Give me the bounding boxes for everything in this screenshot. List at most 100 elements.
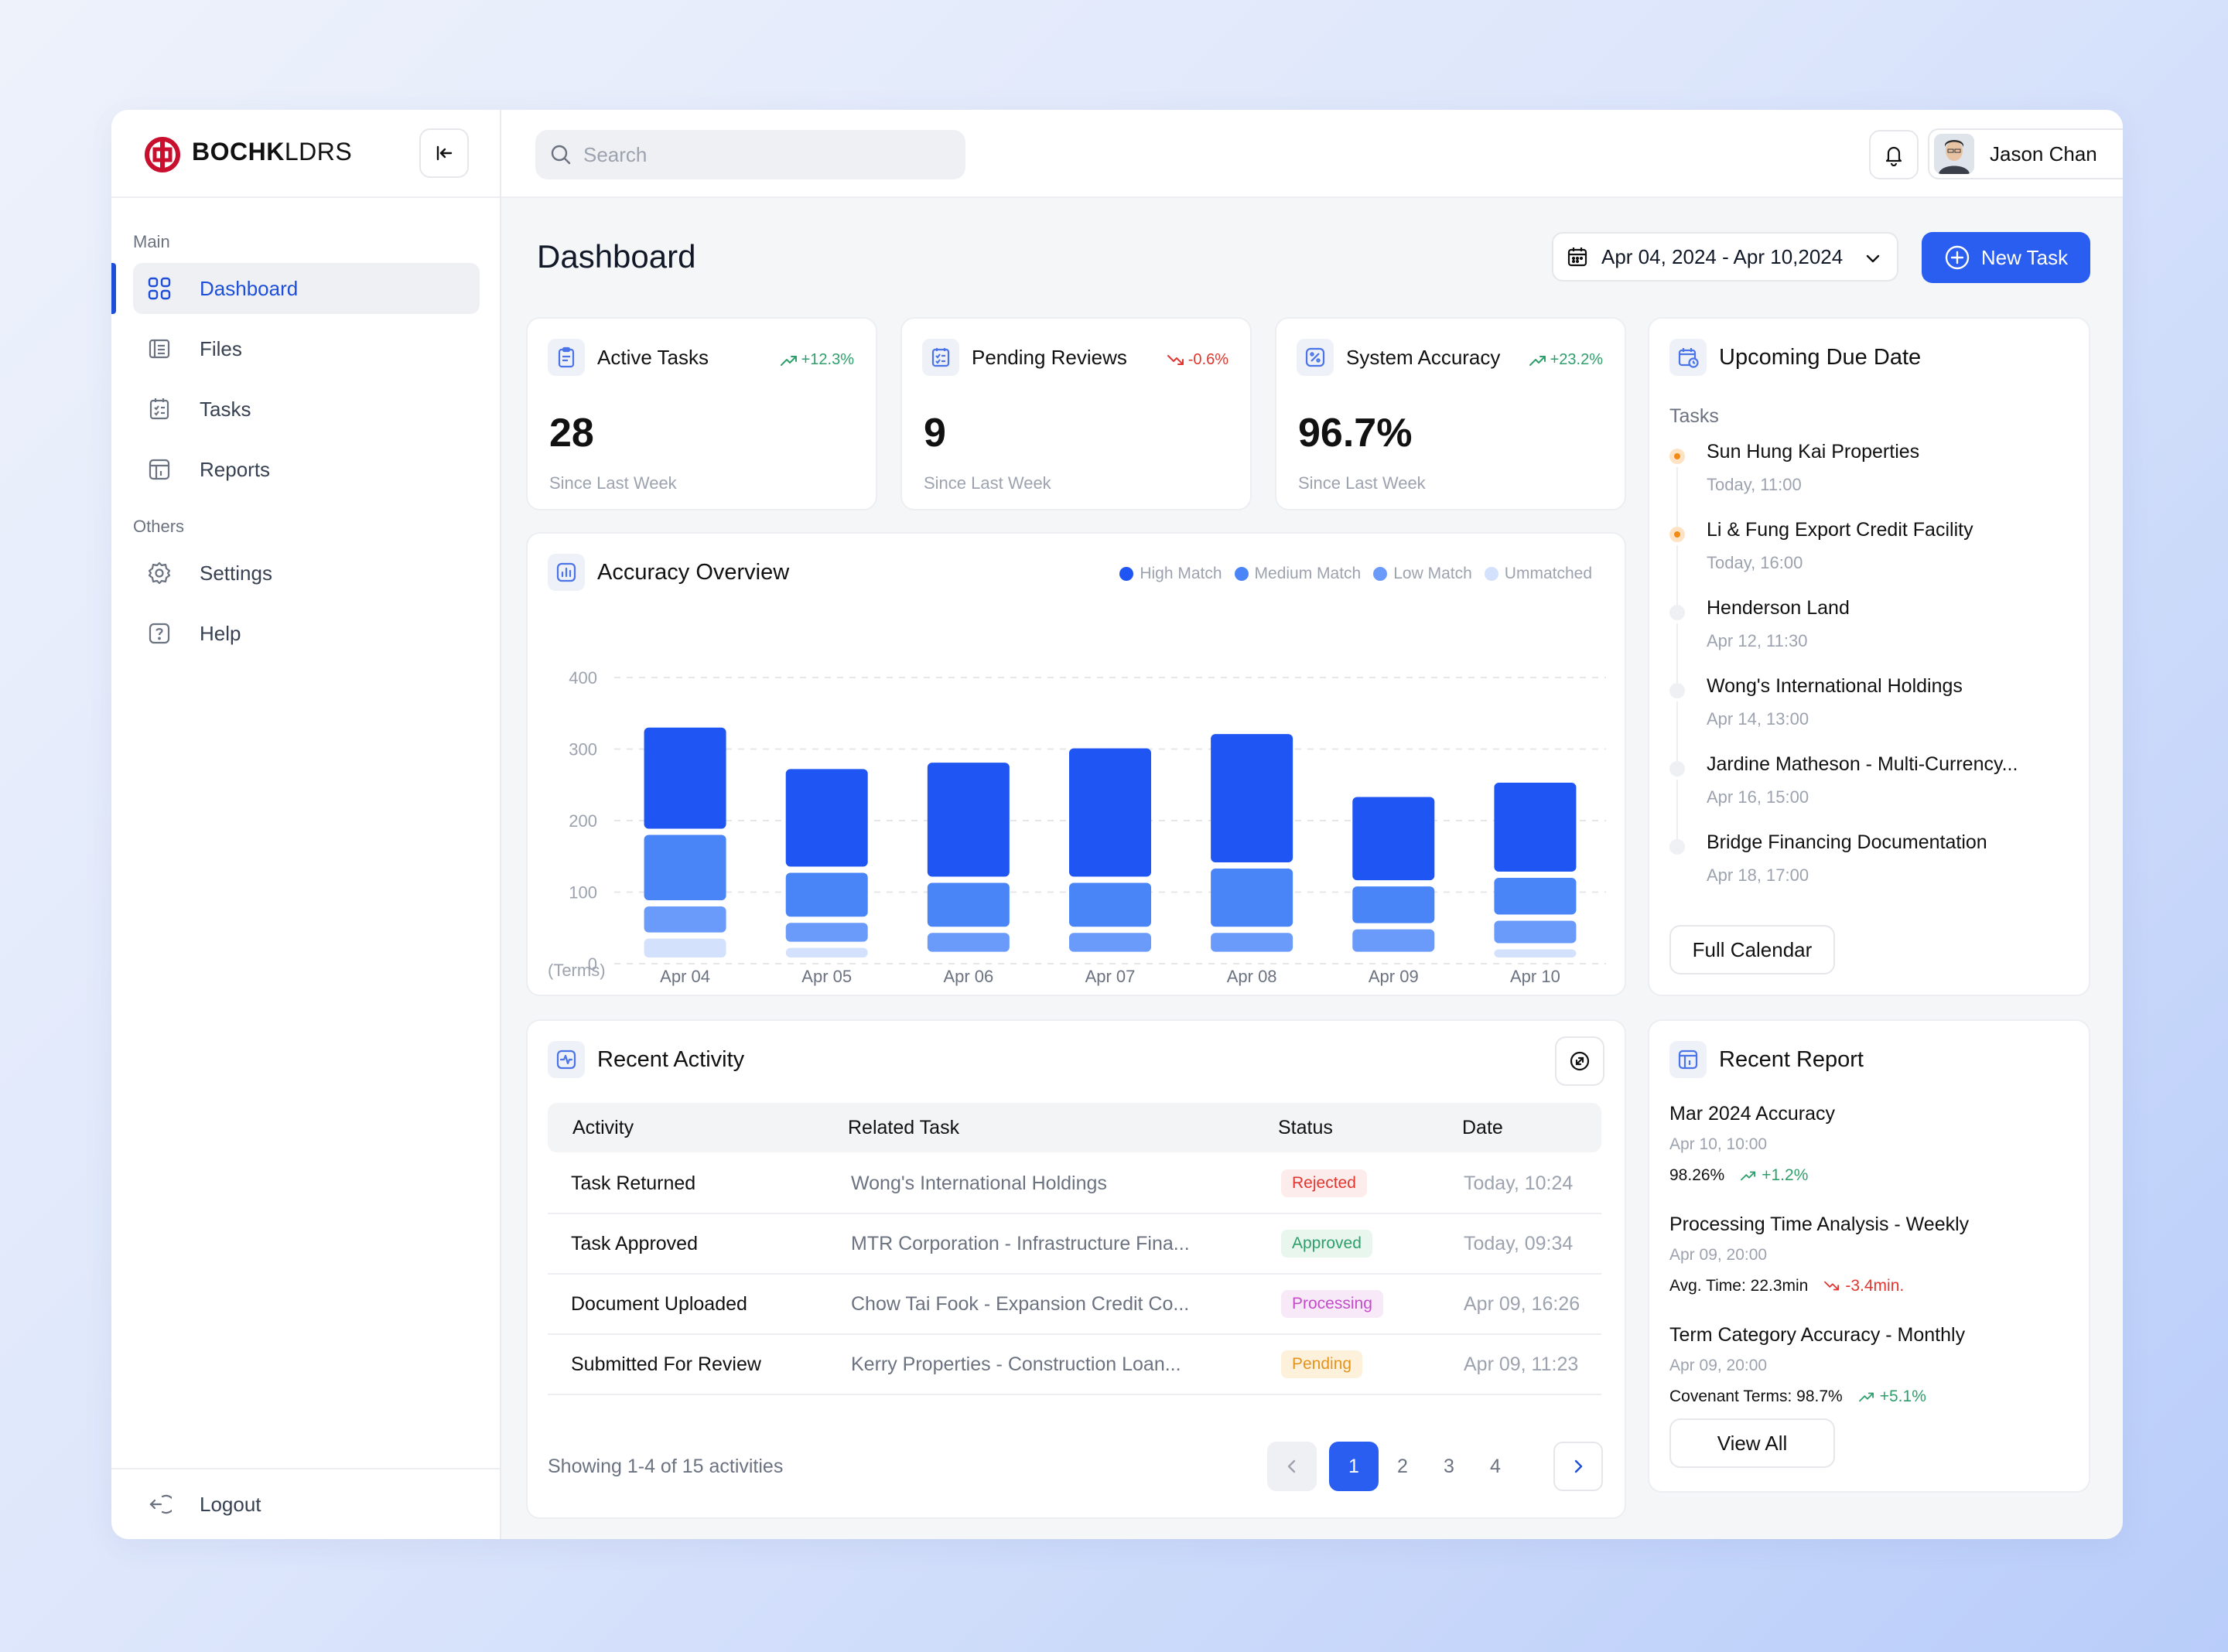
clipboard-icon [548,339,585,376]
y-tick-label: 100 [569,883,597,903]
stat-delta-value: +23.2% [1550,351,1603,368]
search-input[interactable] [583,142,955,167]
legend-label: High Match [1140,565,1222,582]
report-metric: Avg. Time: 22.3min -3.4min. [1669,1277,1904,1295]
user-menu-button[interactable]: Jason Chan [1928,128,2123,179]
card-title: Recent Report [1719,1046,1864,1072]
sidebar-item-reports[interactable]: Reports [133,444,480,495]
column-header-status: Status [1278,1117,1333,1138]
cell-related-task[interactable]: Wong's International Holdings [851,1172,1107,1195]
page-button-1[interactable]: 1 [1329,1442,1379,1491]
bar-low-match [1211,933,1293,952]
x-tick-label: Apr 10 [1510,967,1560,986]
cell-date: Apr 09, 16:26 [1464,1293,1580,1315]
full-calendar-button[interactable]: Full Calendar [1669,925,1835,974]
status-badge: Processing [1281,1290,1383,1318]
page-title: Dashboard [537,238,696,275]
stat-subtitle: Since Last Week [924,473,1051,493]
timeline-dot [1669,839,1685,855]
task-name[interactable]: Jardine Matheson - Multi-Currency... [1707,753,2018,776]
page-button-2[interactable]: 2 [1383,1442,1422,1491]
legend-item-medium-match: Medium Match [1234,565,1362,583]
app-window: BOCHKLDRS Main Dashboard Files Tasks Rep… [111,110,2123,1539]
calendar-clock-icon [1669,339,1707,376]
report-time: Apr 09, 20:00 [1669,1246,1768,1264]
logout-button[interactable]: Logout [133,1479,480,1530]
table-row[interactable]: Task Approved MTR Corporation - Infrastr… [548,1214,1601,1275]
report-metric-value: Covenant Terms: 98.7% [1669,1387,1843,1405]
sidebar-item-help[interactable]: Help [133,608,480,659]
table-row[interactable]: Task Returned Wong's International Holdi… [548,1154,1601,1214]
cell-date: Apr 09, 11:23 [1464,1353,1579,1375]
date-range-picker[interactable]: Apr 04, 2024 - Apr 10,2024 [1552,232,1898,282]
expand-button[interactable] [1555,1036,1604,1086]
y-axis-label: (Terms) [548,961,606,980]
task-name[interactable]: Sun Hung Kai Properties [1707,441,1919,463]
legend-label: Medium Match [1254,565,1362,582]
report-time: Apr 10, 10:00 [1669,1135,1768,1153]
report-delta-value: +5.1% [1879,1387,1926,1405]
sidebar-item-dashboard[interactable]: Dashboard [133,263,480,314]
cell-related-task[interactable]: Chow Tai Fook - Expansion Credit Co... [851,1293,1189,1316]
percent-icon [1297,339,1334,376]
active-indicator [111,263,116,314]
stat-value: 28 [549,411,594,456]
notifications-button[interactable] [1869,130,1919,179]
collapse-sidebar-button[interactable] [419,128,469,178]
task-name[interactable]: Henderson Land [1707,597,1850,620]
sidebar-item-files[interactable]: Files [133,323,480,374]
stat-value: 96.7% [1298,411,1413,456]
stat-title: System Accuracy [1346,345,1501,369]
bar-ummatched [1494,949,1577,957]
task-time: Apr 14, 13:00 [1707,709,1809,729]
x-tick-label: Apr 08 [1227,967,1277,986]
topbar: Jason Chan [501,110,2123,198]
stat-header: System Accuracy [1297,339,1500,376]
report-icon [1669,1041,1707,1078]
gear-icon [145,559,173,587]
prev-page-button[interactable] [1267,1442,1317,1491]
card-header: Accuracy Overview [548,554,789,591]
view-all-button[interactable]: View All [1669,1418,1835,1468]
task-name[interactable]: Li & Fung Export Credit Facility [1707,519,1973,541]
trend-up-icon [1529,355,1546,366]
report-title[interactable]: Processing Time Analysis - Weekly [1669,1213,1969,1236]
bar-low-match [1494,920,1577,944]
search-box[interactable] [535,130,965,179]
timeline-dot [1669,761,1685,777]
task-time: Today, 11:00 [1707,475,1802,494]
legend-dot [1234,567,1249,581]
bar-medium-match [785,872,868,917]
page-button-4[interactable]: 4 [1476,1442,1515,1491]
chevron-down-icon [1866,254,1880,263]
legend-item-high-match: High Match [1119,565,1222,583]
bar-high-match [1069,748,1151,877]
bar-ummatched [785,947,868,957]
x-tick-label: Apr 07 [1085,967,1136,986]
task-name[interactable]: Bridge Financing Documentation [1707,831,1987,854]
trend-down-icon [1824,1281,1840,1291]
task-name[interactable]: Wong's International Holdings [1707,675,1963,698]
bar-medium-match [1352,886,1435,923]
task-time: Today, 16:00 [1707,553,1803,572]
column-header-activity: Activity [572,1117,634,1138]
page-button-3[interactable]: 3 [1430,1442,1468,1491]
sidebar-item-tasks[interactable]: Tasks [133,384,480,435]
cell-related-task[interactable]: MTR Corporation - Infrastructure Fina... [851,1233,1190,1255]
report-delta-value: -3.4min. [1845,1277,1905,1295]
table-row[interactable]: Document Uploaded Chow Tai Fook - Expans… [548,1275,1601,1335]
sidebar-item-label: Reports [200,457,271,481]
upcoming-due-card: Upcoming Due Date Tasks Sun Hung Kai Pro… [1648,317,2090,996]
sidebar-item-settings[interactable]: Settings [133,548,480,599]
cell-related-task[interactable]: Kerry Properties - Construction Loan... [851,1353,1181,1376]
date-range-text: Apr 04, 2024 - Apr 10,2024 [1601,244,1844,268]
report-title[interactable]: Term Category Accuracy - Monthly [1669,1324,1965,1347]
report-delta: +5.1% [1858,1387,1926,1406]
new-task-button[interactable]: New Task [1922,232,2090,283]
report-title[interactable]: Mar 2024 Accuracy [1669,1103,1835,1125]
status-badge: Pending [1281,1350,1363,1378]
activity-icon [548,1041,585,1078]
next-page-button[interactable] [1553,1442,1603,1491]
table-row[interactable]: Submitted For Review Kerry Properties - … [548,1335,1601,1395]
x-tick-label: Apr 05 [801,967,852,986]
